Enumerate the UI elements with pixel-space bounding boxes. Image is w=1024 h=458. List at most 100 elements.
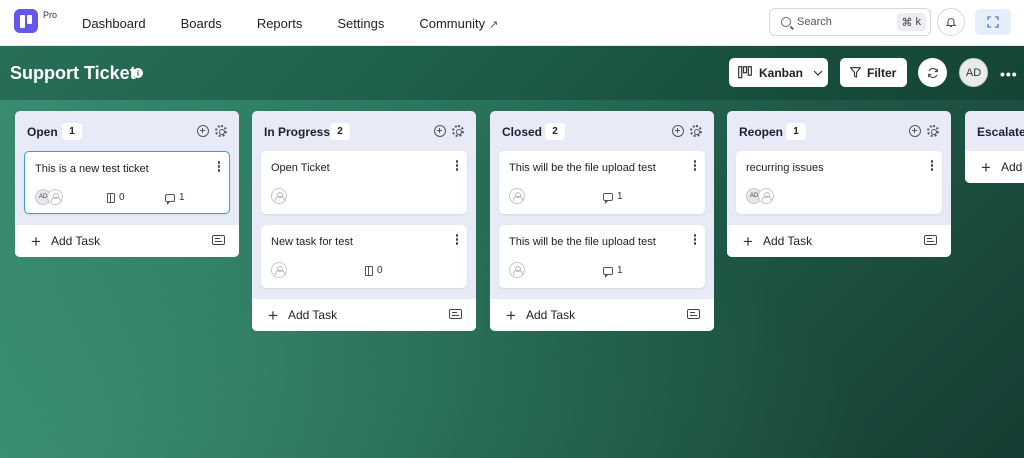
search-icon bbox=[781, 17, 791, 27]
card-menu-icon[interactable] bbox=[930, 160, 934, 172]
template-icon[interactable] bbox=[212, 235, 225, 245]
card-menu-icon[interactable] bbox=[217, 161, 221, 173]
column-reopen: Reopen 1 recurring issues AD + Add Task bbox=[727, 111, 951, 257]
column-title: Closed bbox=[502, 125, 543, 139]
app-logo-icon[interactable] bbox=[14, 9, 38, 33]
card-menu-icon[interactable] bbox=[693, 234, 697, 246]
add-task-button[interactable]: + Add bbox=[965, 151, 1024, 183]
card-title: This is a new test ticket bbox=[35, 163, 149, 175]
nav-reports[interactable]: Reports bbox=[257, 16, 303, 31]
info-icon[interactable]: i bbox=[133, 68, 143, 78]
search-placeholder: Search bbox=[797, 16, 832, 28]
template-icon[interactable] bbox=[449, 309, 462, 319]
comment-count-value: 1 bbox=[617, 191, 623, 202]
filter-button[interactable]: Filter bbox=[840, 58, 907, 87]
column-title: Reopen bbox=[739, 125, 784, 139]
expand-icon bbox=[987, 16, 999, 28]
comment-count: 1 bbox=[603, 265, 623, 278]
add-assignee-icon[interactable] bbox=[509, 262, 525, 278]
add-task-button[interactable]: + Add Task bbox=[490, 299, 714, 331]
task-card[interactable]: New task for test 0 bbox=[261, 225, 467, 288]
task-card[interactable]: Open Ticket bbox=[261, 151, 467, 214]
subtask-count-value: 0 bbox=[377, 265, 383, 276]
task-card[interactable]: This is a new test ticket AD 0 1 bbox=[24, 151, 230, 214]
refresh-button[interactable] bbox=[918, 58, 947, 87]
top-nav: Pro Dashboard Boards Reports Settings Co… bbox=[0, 0, 1024, 46]
column-header: Closed 2 bbox=[490, 111, 714, 151]
add-assignee-icon[interactable] bbox=[509, 188, 525, 204]
subtask-count: 0 bbox=[365, 265, 383, 276]
gear-icon[interactable] bbox=[215, 125, 227, 137]
plus-icon: + bbox=[743, 231, 753, 251]
card-assignees bbox=[271, 262, 287, 278]
search-shortcut: ⌘ k bbox=[896, 13, 926, 31]
template-icon[interactable] bbox=[924, 235, 937, 245]
card-menu-icon[interactable] bbox=[693, 160, 697, 172]
nav-settings[interactable]: Settings bbox=[337, 16, 384, 31]
add-task-label: Add bbox=[1000, 160, 1023, 174]
column-in-progress: In Progress 2 Open Ticket New task for t… bbox=[252, 111, 476, 331]
plan-badge: Pro bbox=[43, 10, 58, 20]
fullscreen-button[interactable] bbox=[975, 9, 1011, 35]
view-switcher-button[interactable]: Kanban bbox=[729, 58, 828, 87]
card-title: recurring issues bbox=[746, 162, 824, 174]
add-task-label: Add Task bbox=[50, 234, 101, 248]
add-circle-icon[interactable] bbox=[197, 125, 209, 137]
add-task-label: Add Task bbox=[525, 308, 576, 322]
add-task-label: Add Task bbox=[287, 308, 338, 322]
add-assignee-icon[interactable] bbox=[271, 188, 287, 204]
template-icon[interactable] bbox=[687, 309, 700, 319]
card-title: This will be the file upload test bbox=[509, 236, 656, 248]
gear-icon[interactable] bbox=[927, 125, 939, 137]
subtask-icon bbox=[365, 265, 373, 276]
user-avatar[interactable]: AD bbox=[959, 58, 988, 87]
board-area: Support Ticket i Kanban Filter AD ••• Op… bbox=[0, 46, 1024, 458]
comment-count: 1 bbox=[165, 192, 185, 205]
add-task-button[interactable]: + Add Task bbox=[727, 225, 951, 257]
column-title: In Progress bbox=[264, 125, 331, 139]
search-input[interactable]: Search ⌘ k bbox=[769, 8, 931, 36]
notifications-button[interactable] bbox=[937, 8, 965, 36]
comment-icon bbox=[603, 266, 613, 278]
card-assignees: AD bbox=[746, 188, 774, 204]
plus-icon: + bbox=[981, 157, 991, 177]
task-card[interactable]: This will be the file upload test 1 bbox=[499, 151, 705, 214]
bell-icon bbox=[945, 18, 957, 28]
gear-icon[interactable] bbox=[452, 125, 464, 137]
card-assignees bbox=[509, 188, 525, 204]
add-circle-icon[interactable] bbox=[434, 125, 446, 137]
task-card[interactable]: This will be the file upload test 1 bbox=[499, 225, 705, 288]
more-options-icon[interactable]: ••• bbox=[1000, 66, 1018, 82]
add-circle-icon[interactable] bbox=[672, 125, 684, 137]
column-count-badge: 2 bbox=[330, 123, 350, 140]
nav-community[interactable]: Community ↗ bbox=[419, 16, 498, 31]
comment-count-value: 1 bbox=[617, 265, 623, 276]
add-assignee-icon[interactable] bbox=[47, 189, 63, 205]
add-assignee-icon[interactable] bbox=[271, 262, 287, 278]
comment-count: 1 bbox=[603, 191, 623, 204]
add-assignee-icon[interactable] bbox=[758, 188, 774, 204]
command-key-icon: ⌘ bbox=[901, 16, 913, 29]
subtask-count: 0 bbox=[107, 192, 125, 203]
shortcut-key: k bbox=[915, 16, 922, 28]
nav-boards[interactable]: Boards bbox=[181, 16, 222, 31]
column-title: Escalated bbox=[977, 125, 1024, 139]
add-circle-icon[interactable] bbox=[909, 125, 921, 137]
card-menu-icon[interactable] bbox=[455, 160, 459, 172]
comment-count-value: 1 bbox=[179, 192, 185, 203]
subtask-count-value: 0 bbox=[119, 192, 125, 203]
add-task-button[interactable]: + Add Task bbox=[15, 225, 239, 257]
plus-icon: + bbox=[31, 231, 41, 251]
column-escalated: Escalated + Add bbox=[965, 111, 1024, 183]
task-card[interactable]: recurring issues AD bbox=[736, 151, 942, 214]
gear-icon[interactable] bbox=[690, 125, 702, 137]
nav-dashboard[interactable]: Dashboard bbox=[82, 16, 146, 31]
card-title: Open Ticket bbox=[271, 162, 330, 174]
column-header: In Progress 2 bbox=[252, 111, 476, 151]
kanban-icon bbox=[738, 66, 752, 79]
card-assignees bbox=[509, 262, 525, 278]
comment-icon bbox=[165, 193, 175, 205]
card-menu-icon[interactable] bbox=[455, 234, 459, 246]
board-header: Support Ticket i Kanban Filter AD ••• bbox=[0, 46, 1024, 100]
add-task-button[interactable]: + Add Task bbox=[252, 299, 476, 331]
